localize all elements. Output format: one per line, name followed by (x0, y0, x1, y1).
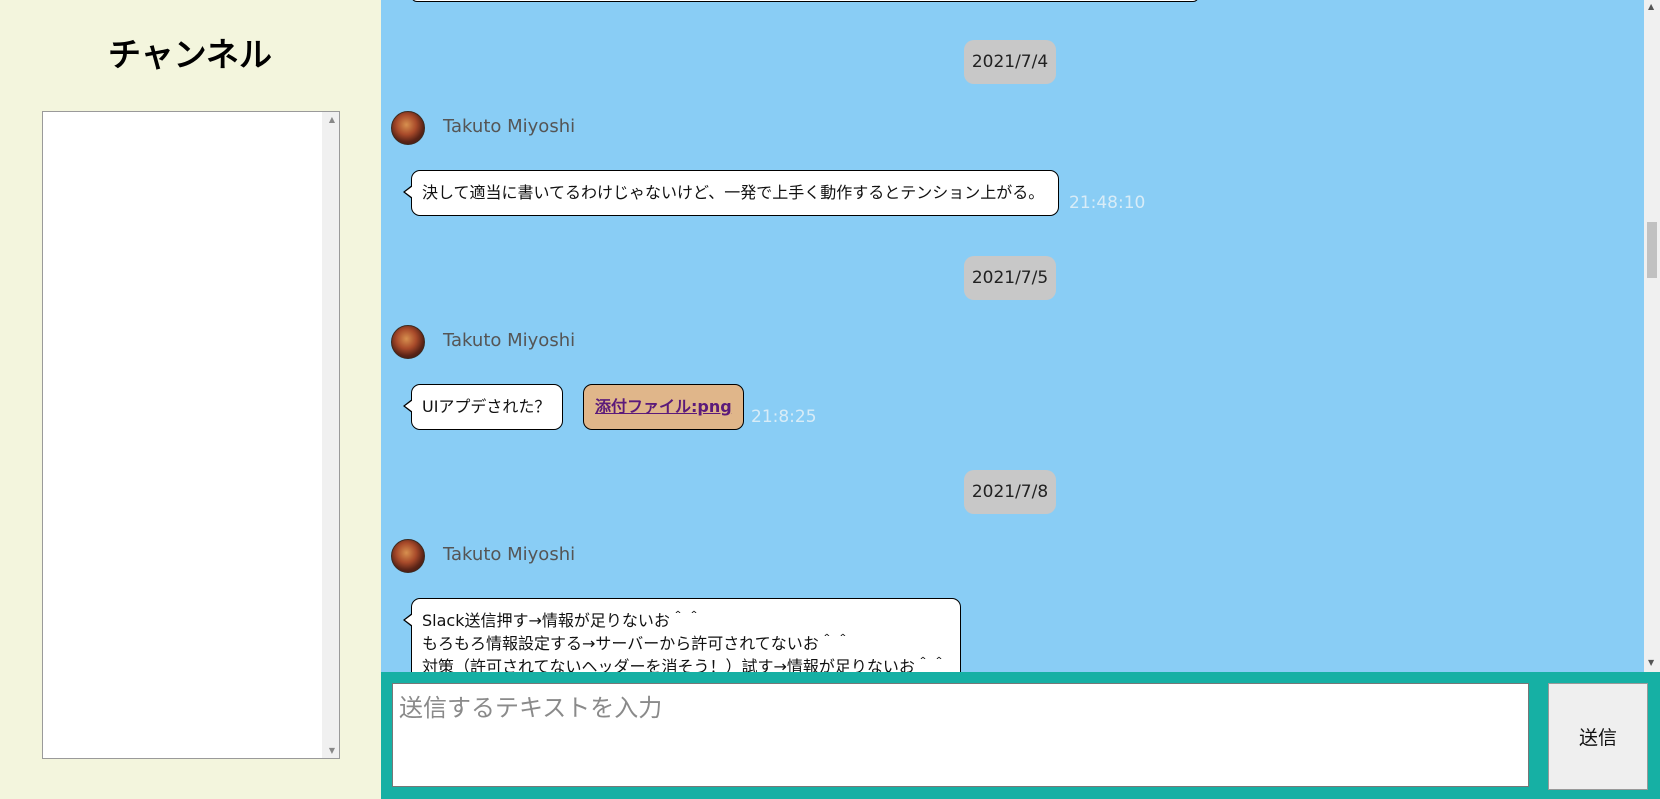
message-line: Slack送信押す→情報が足りないお＾＾ (422, 611, 702, 630)
scroll-up-icon[interactable]: ▲ (1648, 2, 1654, 11)
sidebar: チャンネル ▲ ▼ (0, 0, 380, 799)
attachment-link[interactable]: 添付ファイル:png (583, 384, 744, 430)
scrollbar-thumb[interactable] (1647, 222, 1657, 278)
message-bubble: 決して適当に書いてるわけじゃないけど、一発で上手く動作するとテンション上がる。 (403, 170, 1059, 216)
scroll-down-icon[interactable]: ▼ (329, 746, 335, 755)
message-time: 21:8:25 (751, 407, 817, 427)
message-bubble: Slack送信押す→情報が足りないお＾＾ もろもろ情報設定する→サーバーから許可… (403, 598, 961, 672)
composer: 送信 (381, 672, 1660, 799)
message-input[interactable] (392, 683, 1529, 787)
sidebar-title: チャンネル (107, 35, 272, 74)
message-time: 21:48:10 (1069, 193, 1146, 213)
avatar (391, 325, 425, 359)
channel-list[interactable]: ▲ ▼ (42, 111, 340, 759)
user-name: Takuto Miyoshi (443, 116, 576, 137)
message-line: 対策（許可されてないヘッダーを消そう！）試す→情報が足りないお＾＾ (422, 657, 947, 672)
user-name: Takuto Miyoshi (443, 330, 576, 351)
chat-scrollbar[interactable]: ▲ ▼ (1644, 0, 1660, 672)
message-bubble (411, 0, 1199, 2)
message-line: もろもろ情報設定する→サーバーから許可されてないお＾＾ (422, 634, 851, 653)
date-separator: 2021/7/5 (964, 256, 1056, 300)
date-separator: 2021/7/8 (964, 470, 1056, 514)
message-area: 2021/7/4 Takuto Miyoshi 決して適当に書いてるわけじゃない… (381, 0, 1644, 672)
send-button[interactable]: 送信 (1548, 683, 1648, 790)
scroll-down-icon[interactable]: ▼ (1648, 658, 1654, 667)
scroll-up-icon[interactable]: ▲ (329, 115, 335, 124)
date-separator: 2021/7/4 (964, 40, 1056, 84)
user-name: Takuto Miyoshi (443, 544, 576, 565)
avatar (391, 111, 425, 145)
channel-list-scrollbar[interactable]: ▲ ▼ (322, 112, 339, 758)
message-bubble: UIアプデされた？ (403, 384, 563, 430)
avatar (391, 539, 425, 573)
